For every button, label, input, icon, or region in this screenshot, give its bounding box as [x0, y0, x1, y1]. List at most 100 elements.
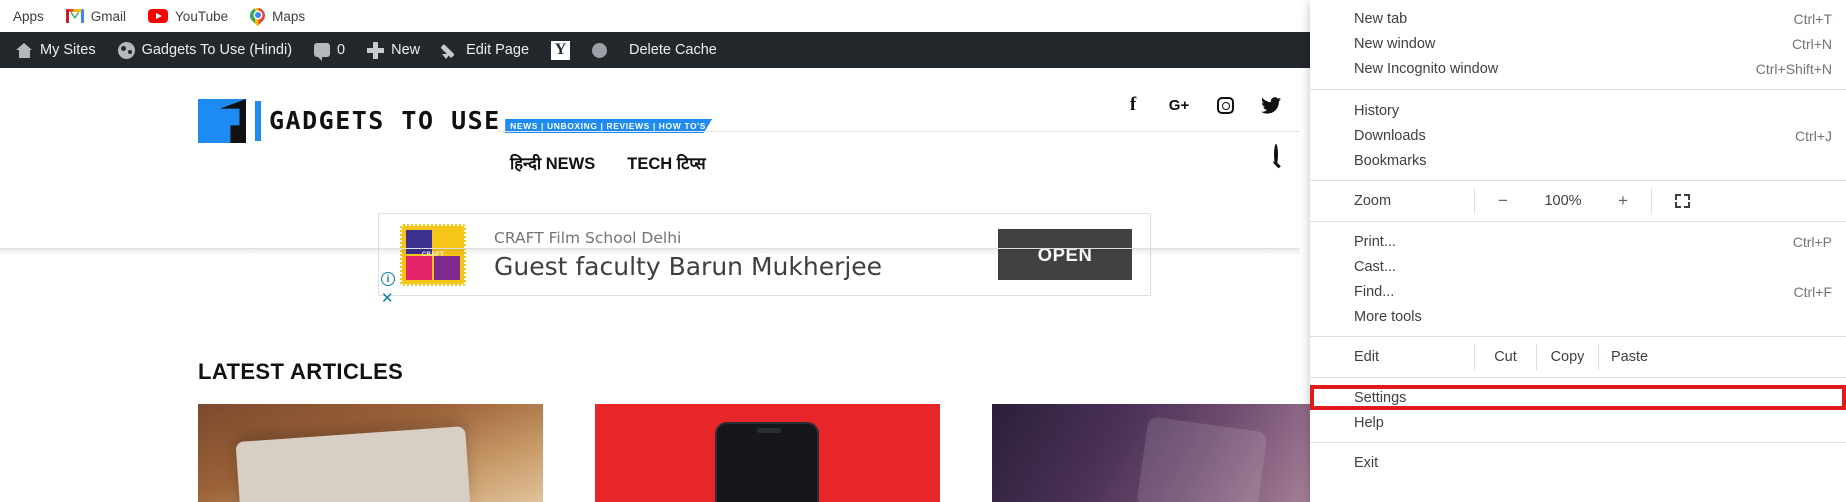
menu-item-bookmarks[interactable]: Bookmarks: [1310, 148, 1846, 173]
admin-bar-delete-cache-label: Delete Cache: [629, 42, 717, 58]
instagram-icon[interactable]: [1214, 94, 1236, 116]
menu-item-history-label: History: [1354, 102, 1400, 119]
fullscreen-button[interactable]: [1651, 188, 1713, 214]
dashboard-icon: [117, 41, 135, 59]
bookmark-youtube-label: YouTube: [175, 8, 229, 24]
site-logo[interactable]: GADGETS TO USE NEWS | UNBOXING | REVIEWS…: [198, 99, 713, 143]
menu-item-bookmarks-label: Bookmarks: [1354, 152, 1427, 169]
site-header: GADGETS TO USE NEWS | UNBOXING | REVIEWS…: [0, 68, 1300, 256]
page-content: CRAFT CRAFT Film School Delhi Guest facu…: [0, 188, 1337, 502]
admin-bar-site-name-label: Gadgets To Use (Hindi): [141, 42, 293, 58]
menu-separator-5: [1310, 377, 1846, 378]
admin-bar-my-sites[interactable]: My Sites: [4, 32, 107, 68]
zoom-out-button[interactable]: −: [1475, 191, 1531, 211]
admin-bar-my-sites-label: My Sites: [40, 42, 96, 58]
yoast-seo-icon: Y: [551, 40, 571, 60]
menu-edit-row: Edit Cut Copy Paste: [1310, 344, 1846, 370]
menu-item-cast[interactable]: Cast...: [1310, 254, 1846, 279]
menu-separator-6: [1310, 442, 1846, 443]
gmail-icon: [65, 9, 84, 23]
nav-item-hindi-news[interactable]: हिन्दी NEWS: [508, 145, 597, 180]
menu-item-exit[interactable]: Exit: [1310, 450, 1846, 475]
gu-logo-icon: [198, 99, 246, 143]
logo-divider-bar: [255, 101, 261, 141]
menu-zoom-label: Zoom: [1354, 193, 1392, 209]
menu-item-downloads-shortcut: Ctrl+J: [1795, 127, 1832, 144]
article-card-2[interactable]: [595, 404, 940, 502]
edit-paste-button[interactable]: Paste: [1598, 344, 1660, 370]
header-shadow: [0, 249, 1300, 256]
menu-item-help-label: Help: [1354, 414, 1384, 431]
menu-item-settings[interactable]: Settings: [1310, 385, 1846, 410]
comment-icon: [314, 43, 331, 61]
bookmark-gmail[interactable]: Gmail: [55, 6, 137, 27]
bookmark-apps-label: Apps: [13, 8, 44, 24]
settings-highlight-wrapper: Settings: [1310, 385, 1846, 410]
home-icon: [15, 42, 33, 58]
bookmark-apps[interactable]: Apps: [2, 6, 55, 27]
admin-bar-edit-page-label: Edit Page: [466, 42, 530, 58]
logo-title: GADGETS TO USE: [269, 106, 501, 135]
menu-item-cast-label: Cast...: [1354, 258, 1396, 275]
menu-item-help[interactable]: Help: [1310, 410, 1846, 435]
menu-item-new-tab-label: New tab: [1354, 10, 1408, 27]
menu-item-new-tab[interactable]: New tab Ctrl+T: [1310, 6, 1846, 31]
menu-item-new-window[interactable]: New window Ctrl+N: [1310, 31, 1846, 56]
menu-edit-label: Edit: [1354, 349, 1379, 365]
maps-icon: [247, 4, 269, 26]
twitter-icon[interactable]: [1260, 94, 1282, 116]
menu-separator-1: [1310, 89, 1846, 90]
menu-item-settings-label: Settings: [1354, 389, 1407, 406]
main-nav: हिन्दी NEWS TECH टिप्स: [508, 145, 708, 180]
edit-cut-button[interactable]: Cut: [1474, 344, 1536, 370]
menu-item-find-shortcut: Ctrl+F: [1793, 283, 1833, 300]
bookmark-maps[interactable]: Maps: [239, 4, 316, 28]
menu-item-find[interactable]: Find... Ctrl+F: [1310, 279, 1846, 304]
menu-item-downloads[interactable]: Downloads Ctrl+J: [1310, 123, 1846, 148]
menu-separator-2: [1310, 180, 1846, 181]
youtube-icon: [148, 9, 169, 23]
menu-item-print-label: Print...: [1354, 233, 1396, 250]
facebook-icon[interactable]: f: [1122, 94, 1144, 116]
menu-item-print[interactable]: Print... Ctrl+P: [1310, 229, 1846, 254]
menu-item-find-label: Find...: [1354, 283, 1395, 300]
pencil-icon: [442, 42, 459, 59]
admin-bar-edit-page[interactable]: Edit Page: [431, 32, 540, 68]
chrome-main-menu: New tab Ctrl+T New window Ctrl+N New Inc…: [1310, 0, 1846, 502]
edit-copy-button[interactable]: Copy: [1536, 344, 1598, 370]
article-card-1[interactable]: [198, 404, 543, 502]
menu-item-new-incognito-window[interactable]: New Incognito window Ctrl+Shift+N: [1310, 56, 1846, 81]
menu-item-more-tools-label: More tools: [1354, 308, 1422, 325]
admin-bar-new[interactable]: New: [356, 32, 431, 68]
article-card-3[interactable]: [992, 404, 1337, 502]
section-title-latest-articles: LATEST ARTICLES: [198, 359, 404, 384]
search-button[interactable]: [1274, 144, 1300, 172]
admin-bar-delete-cache[interactable]: Delete Cache: [618, 32, 728, 68]
plus-icon: [367, 41, 385, 59]
menu-item-exit-label: Exit: [1354, 454, 1379, 471]
admin-bar-yoast[interactable]: Y: [540, 32, 581, 68]
social-links: f G+: [1122, 94, 1282, 116]
zoom-level-value: 100%: [1544, 193, 1582, 209]
menu-zoom-row: Zoom − 100% +: [1310, 188, 1846, 214]
zoom-in-button[interactable]: +: [1595, 191, 1651, 211]
menu-item-more-tools[interactable]: More tools: [1310, 304, 1846, 329]
nav-item-tech-tips[interactable]: TECH टिप्स: [625, 145, 707, 180]
menu-separator-4: [1310, 336, 1846, 337]
menu-item-history[interactable]: History: [1310, 98, 1846, 123]
ad-brand: CRAFT Film School Delhi: [494, 228, 682, 247]
admin-bar-status[interactable]: [581, 32, 618, 68]
menu-item-new-tab-shortcut: Ctrl+T: [1793, 10, 1833, 27]
admin-bar-site-name[interactable]: Gadgets To Use (Hindi): [107, 32, 303, 68]
menu-separator-3: [1310, 221, 1846, 222]
ad-close-icon[interactable]: ✕: [381, 291, 394, 306]
bookmark-gmail-label: Gmail: [90, 8, 127, 24]
bookmark-youtube[interactable]: YouTube: [137, 6, 239, 27]
admin-bar-comments[interactable]: 0: [303, 32, 356, 68]
fullscreen-icon: [1675, 194, 1690, 208]
ad-info-icon[interactable]: i: [381, 272, 395, 286]
bookmark-maps-label: Maps: [272, 8, 306, 24]
menu-item-new-incognito-window-shortcut: Ctrl+Shift+N: [1755, 60, 1832, 77]
article-card-list: [198, 404, 1337, 502]
google-plus-icon[interactable]: G+: [1168, 94, 1190, 116]
